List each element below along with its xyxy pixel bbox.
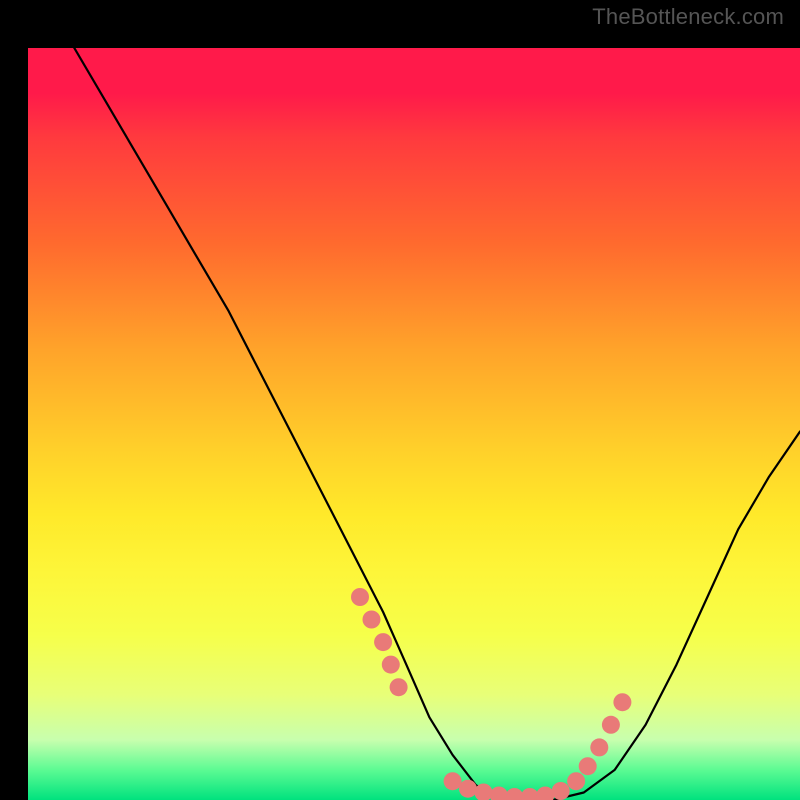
bottleneck-curve xyxy=(74,48,800,800)
curve-marker xyxy=(351,588,369,606)
watermark-text: TheBottleneck.com xyxy=(592,4,784,30)
curve-marker xyxy=(552,782,570,800)
curve-marker xyxy=(444,772,462,790)
marker-group xyxy=(351,588,631,800)
curve-marker xyxy=(390,678,408,696)
curve-marker xyxy=(521,788,539,800)
chart-frame xyxy=(14,14,786,786)
curve-layer xyxy=(28,48,800,800)
curve-marker xyxy=(567,772,585,790)
curve-marker xyxy=(505,788,523,800)
curve-marker xyxy=(613,693,631,711)
curve-marker xyxy=(536,787,554,800)
curve-marker xyxy=(590,738,608,756)
curve-marker xyxy=(374,633,392,651)
curve-marker xyxy=(579,757,597,775)
curve-marker xyxy=(602,716,620,734)
curve-marker xyxy=(382,656,400,674)
curve-marker xyxy=(363,611,381,629)
curve-marker xyxy=(459,780,477,798)
curve-marker xyxy=(490,787,508,800)
plot-area xyxy=(28,48,800,800)
